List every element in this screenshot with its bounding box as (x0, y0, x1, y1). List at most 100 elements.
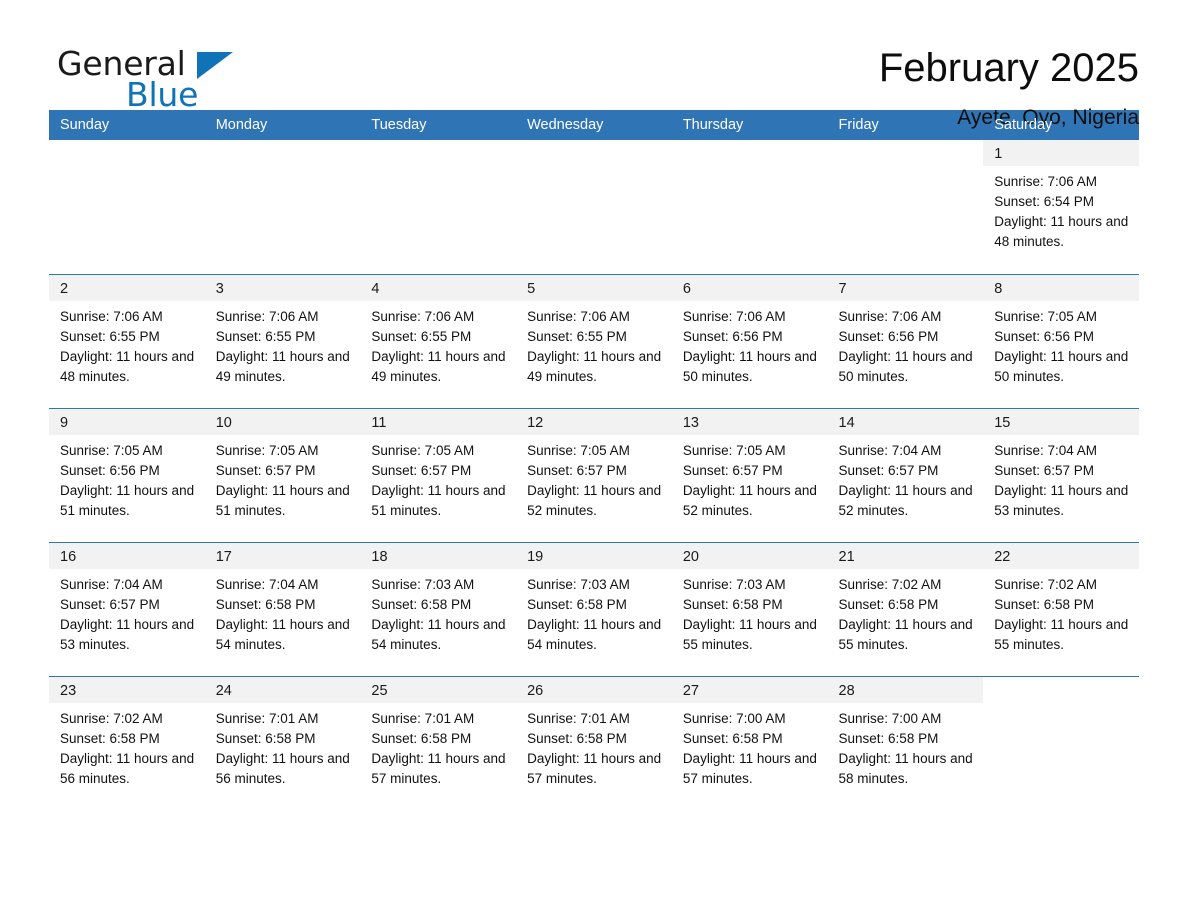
daylight-text: Daylight: 11 hours and 50 minutes. (838, 348, 973, 384)
day-number: 10 (204, 408, 361, 435)
sunset-text: Sunset: 6:55 PM (60, 328, 160, 344)
sunset-text: Sunset: 6:58 PM (60, 730, 160, 746)
calendar-day-cell[interactable]: 2 Sunrise: 7:06 AM Sunset: 6:55 PM Daylight… (49, 273, 205, 408)
day-number: 11 (360, 408, 517, 435)
day-details: Sunrise: 7:05 AM Sunset: 6:57 PM Daylight:… (672, 435, 828, 521)
calendar-day-cell[interactable]: 13 Sunrise: 7:05 AM Sunset: 6:57 PM Dayligh… (671, 407, 828, 542)
day-details: Sunrise: 7:01 AM Sunset: 6:58 PM Daylight:… (516, 703, 672, 789)
daylight-text: Daylight: 11 hours and 50 minutes. (682, 348, 817, 384)
day-details: Sunrise: 7:03 AM Sunset: 6:58 PM Daylight:… (360, 569, 516, 655)
calendar-day-cell[interactable]: 14 Sunrise: 7:04 AM Sunset: 6:57 PM Dayligh… (827, 407, 984, 542)
calendar-day-cell[interactable]: 21 Sunrise: 7:02 AM Sunset: 6:58 PM Dayligh… (827, 541, 984, 676)
daylight-text: Daylight: 11 hours and 54 minutes. (215, 616, 350, 652)
calendar-day-cell[interactable]: 25 Sunrise: 7:01 AM Sunset: 6:58 PM Dayligh… (360, 675, 517, 810)
calendar-day-cell[interactable]: 26 Sunrise: 7:01 AM Sunset: 6:58 PM Dayligh… (516, 675, 672, 810)
day-number (827, 140, 984, 166)
daylight-text: Daylight: 11 hours and 58 minutes. (838, 750, 973, 786)
daylight-text: Daylight: 11 hours and 53 minutes. (994, 482, 1129, 518)
sunset-text: Sunset: 6:57 PM (994, 462, 1095, 478)
sunset-text: Sunset: 6:57 PM (682, 462, 783, 478)
daylight-text: Daylight: 11 hours and 54 minutes. (371, 616, 506, 652)
calendar-day-cell[interactable]: 18 Sunrise: 7:03 AM Sunset: 6:58 PM Dayligh… (360, 541, 517, 676)
sunrise-text: Sunrise: 7:05 AM (527, 442, 630, 458)
daylight-text: Daylight: 11 hours and 55 minutes. (682, 616, 817, 652)
sunrise-text: Sunrise: 7:02 AM (838, 576, 942, 592)
day-details: Sunrise: 7:06 AM Sunset: 6:56 PM Daylight:… (672, 301, 828, 387)
weekday-header-thursday: Thursday (671, 110, 828, 140)
sunset-text: Sunset: 6:58 PM (527, 730, 627, 746)
sunrise-text: Sunrise: 7:02 AM (994, 576, 1098, 592)
day-details: Sunrise: 7:05 AM Sunset: 6:56 PM Daylight:… (49, 435, 205, 521)
sunrise-text: Sunrise: 7:02 AM (60, 710, 163, 726)
calendar-day-cell[interactable]: 9 Sunrise: 7:05 AM Sunset: 6:56 PM Daylight… (49, 407, 205, 542)
day-number: 6 (671, 274, 828, 301)
day-number: 12 (516, 408, 672, 435)
calendar-day-cell[interactable]: 1 Sunrise: 7:06 AM Sunset: 6:54 PM Daylight… (983, 140, 1139, 274)
calendar-day-cell[interactable]: 27 Sunrise: 7:00 AM Sunset: 6:58 PM Dayligh… (671, 675, 828, 810)
calendar-day-cell[interactable]: 23 Sunrise: 7:02 AM Sunset: 6:58 PM Dayligh… (49, 675, 205, 810)
calendar-day-cell[interactable]: 28 Sunrise: 7:00 AM Sunset: 6:58 PM Dayligh… (827, 675, 984, 810)
day-number: 20 (671, 542, 828, 569)
calendar-day-cell[interactable]: 16 Sunrise: 7:04 AM Sunset: 6:57 PM Dayligh… (49, 541, 205, 676)
calendar-day-cell[interactable]: 3 Sunrise: 7:06 AM Sunset: 6:55 PM Daylight… (204, 273, 361, 408)
sunset-text: Sunset: 6:58 PM (215, 730, 316, 746)
day-number: 18 (360, 542, 517, 569)
sunset-text: Sunset: 6:55 PM (371, 328, 472, 344)
day-details: Sunrise: 7:03 AM Sunset: 6:58 PM Daylight:… (672, 569, 828, 655)
day-details: Sunrise: 7:01 AM Sunset: 6:58 PM Daylight:… (205, 703, 361, 789)
day-number: 16 (49, 542, 205, 569)
daylight-text: Daylight: 11 hours and 56 minutes. (60, 750, 195, 786)
day-details: Sunrise: 7:04 AM Sunset: 6:57 PM Daylight:… (49, 569, 205, 655)
sunset-text: Sunset: 6:58 PM (371, 730, 472, 746)
calendar-day-cell[interactable]: 22 Sunrise: 7:02 AM Sunset: 6:58 PM Dayligh… (983, 541, 1139, 676)
general-blue-logo[interactable]: General Blue (49, 47, 239, 119)
day-details: Sunrise: 7:01 AM Sunset: 6:58 PM Daylight:… (360, 703, 516, 789)
page-title: February 2025 (878, 46, 1139, 90)
calendar-day-cell[interactable]: 6 Sunrise: 7:06 AM Sunset: 6:56 PM Daylight… (671, 273, 828, 408)
calendar-day-cell[interactable]: 20 Sunrise: 7:03 AM Sunset: 6:58 PM Dayligh… (671, 541, 828, 676)
day-number: 3 (204, 274, 361, 301)
sunset-text: Sunset: 6:58 PM (838, 730, 939, 746)
day-details: Sunrise: 7:02 AM Sunset: 6:58 PM Daylight:… (983, 569, 1139, 655)
sunrise-text: Sunrise: 7:05 AM (682, 442, 786, 458)
sunset-text: Sunset: 6:58 PM (371, 596, 472, 612)
day-number (204, 140, 361, 166)
calendar-day-cell[interactable]: 19 Sunrise: 7:03 AM Sunset: 6:58 PM Dayligh… (516, 541, 672, 676)
daylight-text: Daylight: 11 hours and 52 minutes. (527, 482, 662, 518)
calendar-day-cell[interactable]: 8 Sunrise: 7:05 AM Sunset: 6:56 PM Daylight… (983, 273, 1139, 408)
sunrise-text: Sunrise: 7:06 AM (371, 308, 475, 324)
calendar-day-cell[interactable]: 7 Sunrise: 7:06 AM Sunset: 6:56 PM Daylight… (827, 273, 984, 408)
day-details: Sunrise: 7:06 AM Sunset: 6:55 PM Daylight:… (205, 301, 361, 387)
calendar-day-cell[interactable]: 15 Sunrise: 7:04 AM Sunset: 6:57 PM Dayligh… (983, 407, 1139, 542)
day-number (983, 676, 1139, 703)
calendar-day-cell[interactable]: 10 Sunrise: 7:05 AM Sunset: 6:57 PM Dayligh… (204, 407, 361, 542)
sunset-text: Sunset: 6:57 PM (371, 462, 472, 478)
calendar-day-cell[interactable]: 17 Sunrise: 7:04 AM Sunset: 6:58 PM Dayligh… (204, 541, 361, 676)
weekday-header-tuesday: Tuesday (360, 110, 517, 140)
page-header: General Blue February 2025 Ayete, Oyo, N… (49, 0, 1139, 129)
calendar-day-cell[interactable]: 4 Sunrise: 7:06 AM Sunset: 6:55 PM Daylight… (360, 273, 517, 408)
day-details: Sunrise: 7:00 AM Sunset: 6:58 PM Daylight:… (672, 703, 828, 789)
sunset-text: Sunset: 6:58 PM (838, 596, 939, 612)
sunrise-text: Sunrise: 7:03 AM (527, 576, 630, 592)
calendar-cell-empty (983, 675, 1139, 810)
day-details: Sunrise: 7:00 AM Sunset: 6:58 PM Daylight:… (828, 703, 984, 789)
calendar-day-cell[interactable]: 11 Sunrise: 7:05 AM Sunset: 6:57 PM Dayligh… (360, 407, 517, 542)
day-number (671, 140, 828, 166)
calendar-day-cell[interactable]: 24 Sunrise: 7:01 AM Sunset: 6:58 PM Dayligh… (204, 675, 361, 810)
daylight-text: Daylight: 11 hours and 52 minutes. (838, 482, 973, 518)
day-details: Sunrise: 7:06 AM Sunset: 6:56 PM Daylight:… (828, 301, 984, 387)
logo-text-blue: Blue (126, 75, 199, 114)
daylight-text: Daylight: 11 hours and 57 minutes. (371, 750, 506, 786)
calendar-day-cell[interactable]: 12 Sunrise: 7:05 AM Sunset: 6:57 PM Dayligh… (516, 407, 672, 542)
day-number: 14 (827, 408, 984, 435)
daylight-text: Daylight: 11 hours and 55 minutes. (994, 616, 1129, 652)
calendar-cell-empty (827, 140, 984, 274)
day-details: Sunrise: 7:06 AM Sunset: 6:55 PM Daylight:… (360, 301, 516, 387)
calendar-day-cell[interactable]: 5 Sunrise: 7:06 AM Sunset: 6:55 PM Daylight… (516, 273, 672, 408)
sunrise-text: Sunrise: 7:04 AM (994, 442, 1098, 458)
day-details: Sunrise: 7:04 AM Sunset: 6:57 PM Daylight:… (828, 435, 984, 521)
sunrise-text: Sunrise: 7:06 AM (838, 308, 942, 324)
day-details: Sunrise: 7:06 AM Sunset: 6:54 PM Daylight:… (983, 166, 1139, 252)
daylight-text: Daylight: 11 hours and 48 minutes. (994, 214, 1129, 249)
